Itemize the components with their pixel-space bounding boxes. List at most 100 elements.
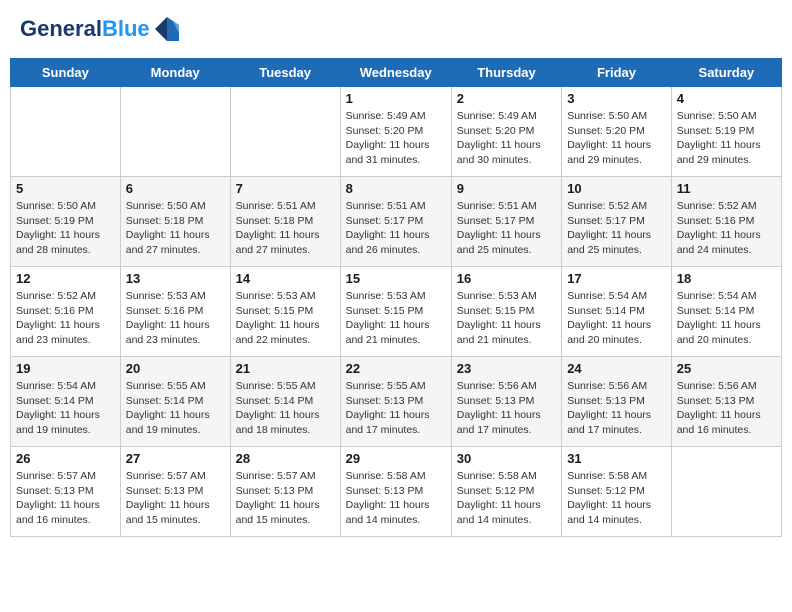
- calendar-cell: 25 Sunrise: 5:56 AMSunset: 5:13 PMDayligh…: [671, 357, 781, 447]
- calendar-header-row: SundayMondayTuesdayWednesdayThursdayFrid…: [11, 59, 782, 87]
- day-info: Sunrise: 5:57 AMSunset: 5:13 PMDaylight:…: [126, 469, 225, 528]
- day-number: 2: [457, 91, 556, 106]
- day-number: 20: [126, 361, 225, 376]
- calendar-cell: 7 Sunrise: 5:51 AMSunset: 5:18 PMDaylight…: [230, 177, 340, 267]
- calendar-week-5: 26 Sunrise: 5:57 AMSunset: 5:13 PMDayligh…: [11, 447, 782, 537]
- day-info: Sunrise: 5:54 AMSunset: 5:14 PMDaylight:…: [677, 289, 776, 348]
- calendar-cell: 3 Sunrise: 5:50 AMSunset: 5:20 PMDaylight…: [562, 87, 672, 177]
- day-info: Sunrise: 5:52 AMSunset: 5:17 PMDaylight:…: [567, 199, 666, 258]
- day-number: 25: [677, 361, 776, 376]
- day-info: Sunrise: 5:50 AMSunset: 5:20 PMDaylight:…: [567, 109, 666, 168]
- day-info: Sunrise: 5:57 AMSunset: 5:13 PMDaylight:…: [16, 469, 115, 528]
- day-number: 6: [126, 181, 225, 196]
- col-header-thursday: Thursday: [451, 59, 561, 87]
- day-number: 28: [236, 451, 335, 466]
- day-info: Sunrise: 5:50 AMSunset: 5:18 PMDaylight:…: [126, 199, 225, 258]
- day-number: 26: [16, 451, 115, 466]
- day-number: 23: [457, 361, 556, 376]
- calendar-cell: 9 Sunrise: 5:51 AMSunset: 5:17 PMDaylight…: [451, 177, 561, 267]
- day-number: 12: [16, 271, 115, 286]
- day-info: Sunrise: 5:53 AMSunset: 5:15 PMDaylight:…: [457, 289, 556, 348]
- calendar-week-2: 5 Sunrise: 5:50 AMSunset: 5:19 PMDaylight…: [11, 177, 782, 267]
- day-info: Sunrise: 5:56 AMSunset: 5:13 PMDaylight:…: [677, 379, 776, 438]
- calendar-cell: [671, 447, 781, 537]
- day-number: 4: [677, 91, 776, 106]
- calendar-cell: 14 Sunrise: 5:53 AMSunset: 5:15 PMDayligh…: [230, 267, 340, 357]
- calendar-cell: 8 Sunrise: 5:51 AMSunset: 5:17 PMDaylight…: [340, 177, 451, 267]
- day-number: 16: [457, 271, 556, 286]
- calendar-cell: 11 Sunrise: 5:52 AMSunset: 5:16 PMDayligh…: [671, 177, 781, 267]
- day-info: Sunrise: 5:53 AMSunset: 5:15 PMDaylight:…: [236, 289, 335, 348]
- day-number: 18: [677, 271, 776, 286]
- calendar-table: SundayMondayTuesdayWednesdayThursdayFrid…: [10, 58, 782, 537]
- calendar-week-4: 19 Sunrise: 5:54 AMSunset: 5:14 PMDayligh…: [11, 357, 782, 447]
- col-header-tuesday: Tuesday: [230, 59, 340, 87]
- calendar-cell: 24Sunrise: 5:56 AMSunset: 5:13 PMDayligh…: [562, 357, 672, 447]
- day-info: Sunrise: 5:58 AMSunset: 5:12 PMDaylight:…: [567, 469, 666, 528]
- calendar-cell: 23 Sunrise: 5:56 AMSunset: 5:13 PMDayligh…: [451, 357, 561, 447]
- day-info: Sunrise: 5:52 AMSunset: 5:16 PMDaylight:…: [16, 289, 115, 348]
- day-info: Sunrise: 5:51 AMSunset: 5:18 PMDaylight:…: [236, 199, 335, 258]
- day-info: Sunrise: 5:51 AMSunset: 5:17 PMDaylight:…: [346, 199, 446, 258]
- calendar-cell: 20 Sunrise: 5:55 AMSunset: 5:14 PMDayligh…: [120, 357, 230, 447]
- calendar-cell: 5 Sunrise: 5:50 AMSunset: 5:19 PMDaylight…: [11, 177, 121, 267]
- day-number: 7: [236, 181, 335, 196]
- day-number: 21: [236, 361, 335, 376]
- calendar-week-1: 1 Sunrise: 5:49 AMSunset: 5:20 PMDaylight…: [11, 87, 782, 177]
- day-info: Sunrise: 5:54 AMSunset: 5:14 PMDaylight:…: [16, 379, 115, 438]
- day-number: 5: [16, 181, 115, 196]
- day-number: 15: [346, 271, 446, 286]
- calendar-cell: [230, 87, 340, 177]
- day-number: 10: [567, 181, 666, 196]
- day-info: Sunrise: 5:58 AMSunset: 5:12 PMDaylight:…: [457, 469, 556, 528]
- day-number: 9: [457, 181, 556, 196]
- day-info: Sunrise: 5:55 AMSunset: 5:14 PMDaylight:…: [236, 379, 335, 438]
- calendar-week-3: 12 Sunrise: 5:52 AMSunset: 5:16 PMDayligh…: [11, 267, 782, 357]
- day-number: 3: [567, 91, 666, 106]
- col-header-monday: Monday: [120, 59, 230, 87]
- calendar-cell: 16 Sunrise: 5:53 AMSunset: 5:15 PMDayligh…: [451, 267, 561, 357]
- day-info: Sunrise: 5:50 AMSunset: 5:19 PMDaylight:…: [16, 199, 115, 258]
- day-info: Sunrise: 5:56 AMSunset: 5:13 PMDaylight:…: [567, 379, 666, 438]
- day-info: Sunrise: 5:57 AMSunset: 5:13 PMDaylight:…: [236, 469, 335, 528]
- page-header: GeneralBlue: [10, 10, 782, 48]
- calendar-cell: 6 Sunrise: 5:50 AMSunset: 5:18 PMDaylight…: [120, 177, 230, 267]
- day-number: 17: [567, 271, 666, 286]
- calendar-cell: 28 Sunrise: 5:57 AMSunset: 5:13 PMDayligh…: [230, 447, 340, 537]
- col-header-friday: Friday: [562, 59, 672, 87]
- calendar-cell: 26 Sunrise: 5:57 AMSunset: 5:13 PMDayligh…: [11, 447, 121, 537]
- day-number: 22: [346, 361, 446, 376]
- day-info: Sunrise: 5:49 AMSunset: 5:20 PMDaylight:…: [457, 109, 556, 168]
- calendar-cell: 15Sunrise: 5:53 AMSunset: 5:15 PMDayligh…: [340, 267, 451, 357]
- calendar-cell: 13 Sunrise: 5:53 AMSunset: 5:16 PMDayligh…: [120, 267, 230, 357]
- calendar-cell: 27 Sunrise: 5:57 AMSunset: 5:13 PMDayligh…: [120, 447, 230, 537]
- day-number: 11: [677, 181, 776, 196]
- day-info: Sunrise: 5:54 AMSunset: 5:14 PMDaylight:…: [567, 289, 666, 348]
- day-info: Sunrise: 5:55 AMSunset: 5:13 PMDaylight:…: [346, 379, 446, 438]
- day-number: 19: [16, 361, 115, 376]
- day-info: Sunrise: 5:56 AMSunset: 5:13 PMDaylight:…: [457, 379, 556, 438]
- calendar-cell: 22 Sunrise: 5:55 AMSunset: 5:13 PMDayligh…: [340, 357, 451, 447]
- day-info: Sunrise: 5:50 AMSunset: 5:19 PMDaylight:…: [677, 109, 776, 168]
- day-number: 1: [346, 91, 446, 106]
- calendar-cell: 2 Sunrise: 5:49 AMSunset: 5:20 PMDaylight…: [451, 87, 561, 177]
- day-info: Sunrise: 5:52 AMSunset: 5:16 PMDaylight:…: [677, 199, 776, 258]
- logo-icon: [153, 15, 181, 43]
- day-number: 8: [346, 181, 446, 196]
- calendar-cell: 29 Sunrise: 5:58 AMSunset: 5:13 PMDayligh…: [340, 447, 451, 537]
- day-info: Sunrise: 5:58 AMSunset: 5:13 PMDaylight:…: [346, 469, 446, 528]
- day-info: Sunrise: 5:53 AMSunset: 5:16 PMDaylight:…: [126, 289, 225, 348]
- calendar-cell: [11, 87, 121, 177]
- day-number: 13: [126, 271, 225, 286]
- day-number: 27: [126, 451, 225, 466]
- col-header-wednesday: Wednesday: [340, 59, 451, 87]
- day-number: 14: [236, 271, 335, 286]
- day-number: 30: [457, 451, 556, 466]
- calendar-cell: 31 Sunrise: 5:58 AMSunset: 5:12 PMDayligh…: [562, 447, 672, 537]
- day-number: 31: [567, 451, 666, 466]
- day-number: 29: [346, 451, 446, 466]
- day-info: Sunrise: 5:55 AMSunset: 5:14 PMDaylight:…: [126, 379, 225, 438]
- col-header-sunday: Sunday: [11, 59, 121, 87]
- day-info: Sunrise: 5:51 AMSunset: 5:17 PMDaylight:…: [457, 199, 556, 258]
- calendar-cell: 30 Sunrise: 5:58 AMSunset: 5:12 PMDayligh…: [451, 447, 561, 537]
